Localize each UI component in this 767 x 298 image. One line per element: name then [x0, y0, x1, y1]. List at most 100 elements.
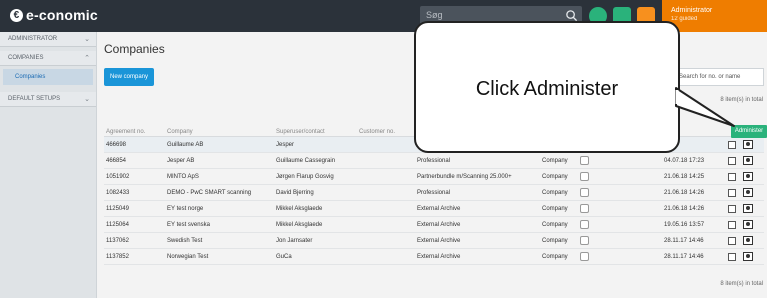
document-icon[interactable]	[728, 221, 736, 229]
agreement-number: 1125064	[106, 222, 129, 228]
last-login-date: 28.11.17 14:46	[664, 238, 704, 244]
superuser-contact: Jon Jarnsater	[276, 238, 313, 244]
row-checkbox[interactable]	[580, 220, 589, 229]
sidebar-section-companies[interactable]: COMPANIES ⌃	[0, 51, 96, 66]
package-name: External Archive	[417, 222, 461, 228]
table-row[interactable]: 1137852 Norwegian Test GuCa External Archiv…	[104, 249, 764, 265]
company-name: Swedish Test	[167, 238, 203, 244]
last-login-date: 21.06.18 14:26	[664, 190, 705, 196]
last-login-date: 21.06.18 14:25	[664, 174, 705, 180]
agreement-number: 1051902	[106, 174, 130, 180]
items-count: 8 item(s) in total	[720, 97, 763, 103]
column-header[interactable]: Agreement no.	[106, 129, 145, 135]
administer-button[interactable]: Administer	[731, 125, 767, 138]
company-type: Company	[542, 174, 568, 180]
agreement-number: 1082433	[106, 190, 130, 196]
last-login-date: 21.06.18 14:26	[664, 206, 705, 212]
document-icon[interactable]	[728, 141, 736, 149]
table-row[interactable]: 1125064 EY test svenska Mikkel Aksglaede Ex…	[104, 217, 764, 233]
row-checkbox[interactable]	[580, 252, 589, 261]
user-subtitle: 12 guided	[671, 16, 698, 22]
last-login-date: 04.07.18 17:23	[664, 158, 705, 164]
superuser-contact: Mikkel Aksglaede	[276, 206, 323, 212]
user-card-icon[interactable]	[743, 156, 753, 165]
user-card-icon[interactable]	[743, 252, 753, 261]
chevron-down-icon: ⌄	[84, 36, 90, 43]
sidebar-section-label: ADMINISTRATOR	[8, 36, 58, 42]
package-name: External Archive	[417, 238, 461, 244]
package-name: Professional	[417, 190, 451, 196]
agreement-number: 1125049	[106, 206, 129, 212]
page-title: Companies	[104, 42, 165, 56]
table-row[interactable]: 466854 Jesper AB Guillaume Cassegrain Profe…	[104, 153, 764, 169]
table-row[interactable]: 1051902 MINTO ApS Jørgen Flarup Gosvig Part…	[104, 169, 764, 185]
company-name: Guillaume AB	[167, 142, 204, 148]
items-count-bottom: 8 item(s) in total	[720, 281, 763, 287]
agreement-number: 1137062	[106, 238, 129, 244]
user-card-icon[interactable]	[743, 236, 753, 245]
user-card-icon[interactable]	[743, 140, 753, 149]
sidebar-section-default-setups[interactable]: DEFAULT SETUPS ⌄	[0, 92, 96, 107]
sidebar: ADMINISTRATOR ⌄ COMPANIES ⌃ Companies DE…	[0, 32, 97, 298]
document-icon[interactable]	[728, 157, 736, 165]
row-checkbox[interactable]	[580, 156, 589, 165]
company-name: EY test norge	[167, 206, 204, 212]
company-type: Company	[542, 222, 568, 228]
document-icon[interactable]	[728, 189, 736, 197]
column-header[interactable]: Company	[167, 129, 193, 135]
document-icon[interactable]	[728, 253, 736, 261]
company-name: EY test svenska	[167, 222, 210, 228]
last-login-date: 19.05.16 13:57	[664, 222, 705, 228]
chevron-down-icon: ⌄	[84, 96, 90, 103]
row-checkbox[interactable]	[580, 172, 589, 181]
package-name: External Archive	[417, 206, 461, 212]
company-name: DEMO - PwC SMART scanning	[167, 190, 252, 196]
table-row[interactable]: 1082433 DEMO - PwC SMART scanning David Bj…	[104, 185, 764, 201]
user-card-icon[interactable]	[743, 172, 753, 181]
sidebar-item-companies[interactable]: Companies	[3, 69, 93, 85]
company-type: Company	[542, 190, 568, 196]
column-header[interactable]: Customer no.	[359, 129, 395, 135]
sidebar-section-administrator[interactable]: ADMINISTRATOR ⌄	[0, 32, 96, 47]
company-name: MINTO ApS	[167, 174, 199, 180]
brand-logo[interactable]: € e-conomic	[10, 7, 98, 23]
company-name: Jesper AB	[167, 158, 195, 164]
document-icon[interactable]	[728, 237, 736, 245]
new-company-button[interactable]: New company	[104, 68, 154, 86]
company-name: Norwegian Test	[167, 254, 209, 260]
user-name: Administrator	[671, 7, 713, 14]
user-card-icon[interactable]	[743, 220, 753, 229]
superuser-contact: Mikkel Aksglaede	[276, 222, 323, 228]
superuser-contact: Jesper	[276, 142, 295, 148]
chevron-up-icon: ⌃	[84, 55, 90, 62]
row-checkbox[interactable]	[580, 188, 589, 197]
last-login-date: 28.11.17 14:46	[664, 254, 704, 260]
superuser-contact: GuCa	[276, 254, 292, 260]
global-search-placeholder: Søg	[426, 10, 443, 20]
brand-name: e-conomic	[26, 7, 98, 23]
sidebar-section-label: DEFAULT SETUPS	[8, 96, 61, 102]
user-card-icon[interactable]	[743, 188, 753, 197]
package-name: Professional	[417, 158, 451, 164]
company-type: Company	[542, 254, 568, 260]
row-checkbox[interactable]	[580, 204, 589, 213]
document-icon[interactable]	[728, 205, 736, 213]
company-type: Company	[542, 158, 568, 164]
document-icon[interactable]	[728, 173, 736, 181]
agreement-number: 1137852	[106, 254, 129, 260]
agreement-number: 466854	[106, 158, 127, 164]
agreement-number: 466698	[106, 142, 127, 148]
callout-text: Click Administer	[475, 78, 619, 100]
column-header[interactable]: Superuser/contact	[276, 129, 325, 135]
tutorial-callout: Click Administer	[414, 21, 680, 153]
user-card-icon[interactable]	[743, 204, 753, 213]
table-row[interactable]: 1125049 EY test norge Mikkel Aksglaede Exte…	[104, 201, 764, 217]
company-type: Company	[542, 238, 568, 244]
table-row[interactable]: 1137062 Swedish Test Jon Jarnsater External…	[104, 233, 764, 249]
superuser-contact: David Bjerring	[276, 190, 314, 196]
superuser-contact: Guillaume Cassegrain	[276, 158, 336, 164]
row-checkbox[interactable]	[580, 236, 589, 245]
company-search-input[interactable]: Search for no. or name	[674, 68, 764, 86]
package-name: External Archive	[417, 254, 461, 260]
package-name: Partnerbundle m/Scanning 25.000+	[417, 174, 512, 180]
